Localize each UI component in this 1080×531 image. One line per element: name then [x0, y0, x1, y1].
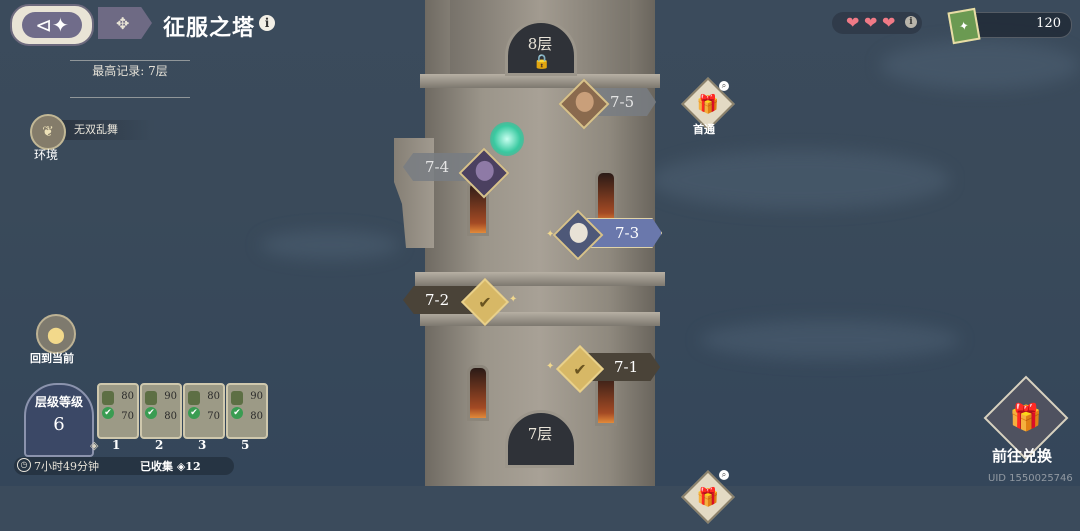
tower-ledge	[420, 74, 660, 88]
ticket-icon	[102, 391, 114, 405]
leaf-icon[interactable]: ❦	[30, 114, 66, 150]
heart-icon: ❤	[864, 13, 878, 32]
collected-count: 已收集 ◈12	[140, 460, 201, 473]
tier-level-card[interactable]: 层级等级 6	[24, 383, 94, 457]
tier-reward-card[interactable]: 90 ✔ 80	[140, 383, 182, 439]
magnifier-icon: ⌕	[719, 470, 729, 480]
gift-icon: 🎁	[696, 486, 720, 508]
first-clear-label: 首通	[693, 123, 715, 136]
sparkle-icon: ✦	[546, 361, 555, 372]
reward-amount: 70	[121, 411, 134, 422]
check-icon: ✔	[188, 407, 200, 419]
tier-number: 2	[155, 438, 164, 452]
cloud	[700, 320, 960, 360]
uid-text: UID 1550025746	[988, 473, 1073, 484]
check-icon: ✔	[573, 359, 587, 379]
tier-number: 3	[198, 438, 207, 452]
ticket-icon	[231, 391, 243, 405]
gift-icon: 🎁	[696, 93, 720, 115]
reward-amount: 90	[250, 391, 263, 402]
check-icon: ✔	[145, 407, 157, 419]
ticket-icon	[188, 391, 200, 405]
lock-icon: 🔒	[533, 54, 551, 70]
sparkle-icon: ✦	[509, 294, 518, 305]
reward-amount: 90	[164, 391, 177, 402]
tier-level-label: 层级等级	[34, 395, 83, 409]
ticket-icon: ✦	[947, 7, 981, 45]
grid-icon: ✥	[116, 13, 130, 33]
divider	[70, 60, 190, 61]
cloud	[880, 40, 1080, 90]
tier-number: 5	[241, 438, 250, 452]
location-pin-icon: ⬤	[47, 324, 65, 344]
gem-icon: ◈	[90, 439, 99, 452]
floor-label-upper: 8层	[527, 35, 553, 53]
info-icon[interactable]: i	[905, 16, 917, 28]
gift-icon: 🎁	[1009, 403, 1043, 433]
exchange-label: 前往兑换	[992, 447, 1053, 465]
magnifier-icon: ⌕	[719, 81, 729, 91]
back-button[interactable]: ⊲✦	[10, 4, 94, 46]
tower-ledge	[420, 312, 660, 326]
environment-name: 无双乱舞	[62, 120, 154, 140]
check-icon: ✔	[102, 407, 114, 419]
heart-icon: ❤	[846, 13, 860, 32]
tower-ledge	[415, 272, 665, 286]
page-title: 征服之塔	[163, 15, 256, 41]
cloud	[650, 150, 950, 210]
tier-reward-card[interactable]: 80 ✔ 70	[183, 383, 225, 439]
reward-amount: 80	[121, 391, 134, 402]
environment-label: 环境	[34, 148, 59, 162]
floor-label-lower: 7层	[527, 425, 553, 443]
info-icon[interactable]: i	[259, 15, 275, 31]
return-current-label: 回到当前	[30, 352, 74, 365]
currency-value: 120	[1036, 16, 1061, 31]
reward-amount: 80	[164, 411, 177, 422]
tier-reward-card[interactable]: 90 ✔ 80	[226, 383, 268, 439]
return-current-button[interactable]: ⬤	[36, 314, 76, 354]
tier-number: 1	[112, 438, 121, 452]
tower-window	[595, 170, 617, 226]
sparkle-icon: ✦	[546, 229, 555, 240]
reward-amount: 70	[207, 411, 220, 422]
heart-icon: ❤	[882, 13, 896, 32]
check-icon: ✔	[478, 292, 492, 312]
cloud	[260, 230, 400, 260]
back-arrow-icon: ⊲✦	[22, 12, 82, 38]
check-icon: ✔	[231, 407, 243, 419]
reward-amount: 80	[250, 411, 263, 422]
divider	[70, 97, 190, 98]
ticket-icon	[145, 391, 157, 405]
reset-timer: 7小时49分钟	[34, 460, 99, 473]
clock-icon: ◷	[17, 458, 31, 472]
tier-level-value: 6	[53, 414, 65, 435]
portal-orb[interactable]	[490, 122, 524, 156]
tower-window	[467, 365, 489, 421]
best-record: 最高记录: 7层	[92, 64, 168, 78]
menu-button[interactable]: ✥	[98, 7, 152, 39]
reward-amount: 80	[207, 391, 220, 402]
tier-reward-card[interactable]: 80 ✔ 70	[97, 383, 139, 439]
